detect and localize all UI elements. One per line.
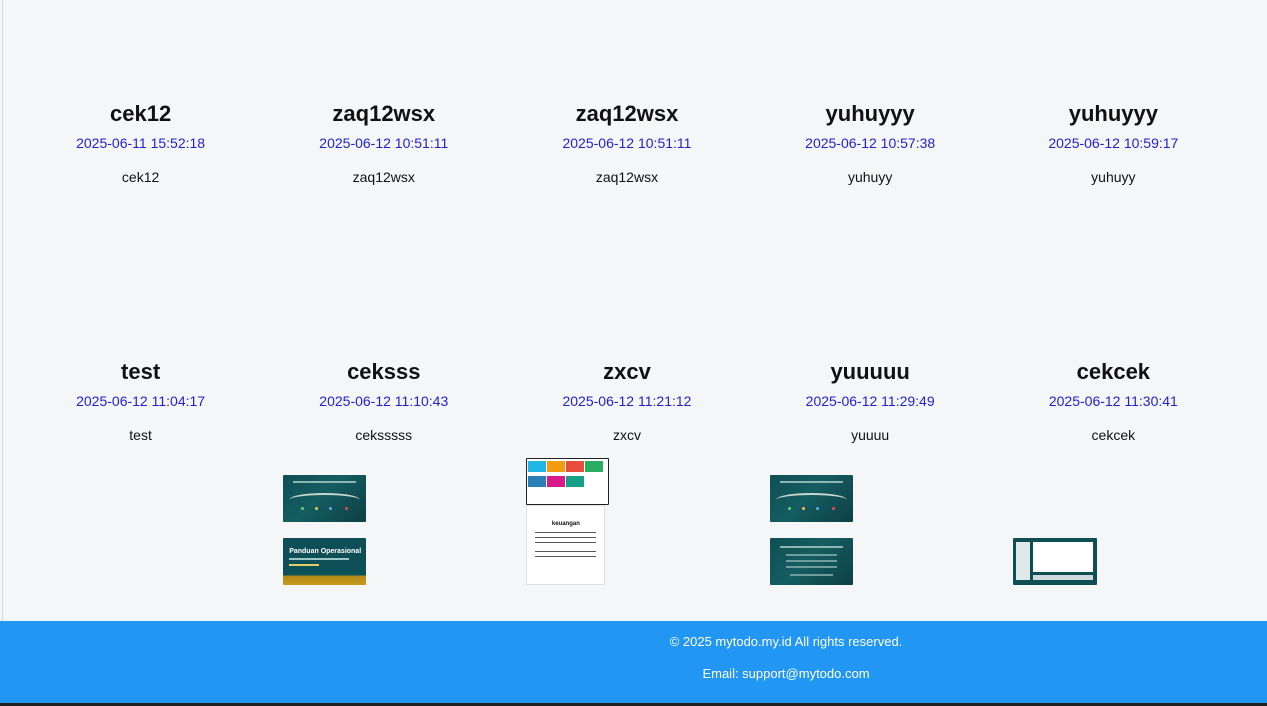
thumbnail-caption: keuangan [551,521,580,527]
todo-date: 2025-06-12 10:51:11 [319,135,449,151]
todo-title: yuuuuu [830,359,910,384]
todo-date: 2025-06-12 11:10:43 [319,393,449,409]
todo-description: yuuuu [851,427,890,443]
todo-title: ceksss [347,359,421,384]
footer-email[interactable]: Email: support@mytodo.com [306,666,1266,681]
todo-title: cekcek [1076,359,1151,384]
footer: © 2025 mytodo.my.id All rights reserved.… [0,621,1267,703]
todo-title: zxcv [603,359,651,384]
todo-card[interactable]: zxcv 2025-06-12 11:21:12 zxcv keuangan [505,358,748,608]
todo-title: test [121,359,161,384]
todo-description: yuhuyy [847,169,893,185]
todo-card[interactable]: zaq12wsx 2025-06-12 10:51:11 zaq12wsx [505,100,748,358]
todo-description: zaq12wsx [595,169,659,185]
todo-title: cek12 [110,101,172,126]
todo-date: 2025-06-12 10:57:38 [805,135,936,151]
todo-date: 2025-06-12 10:51:11 [562,135,692,151]
todo-description: cek12 [121,169,160,185]
todo-card[interactable]: cek12 2025-06-11 15:52:18 cek12 [19,100,262,358]
todo-description: test [129,427,152,443]
todo-date: 2025-06-12 10:59:17 [1048,135,1179,151]
todo-title: yuhuyyy [825,101,915,126]
todo-card[interactable]: yuhuyyy 2025-06-12 10:57:38 yuhuyy [749,100,992,358]
footer-copyright: © 2025 mytodo.my.id All rights reserved. [669,634,903,649]
todo-description: cekcek [1091,427,1136,443]
attachment-thumbnail[interactable] [526,458,610,505]
attachment-thumbnail[interactable] [1012,538,1097,585]
todo-card[interactable]: cekcek 2025-06-12 11:30:41 cekcek [992,358,1235,608]
todo-date: 2025-06-12 11:30:41 [1048,393,1178,409]
todo-card[interactable]: yuhuyyy 2025-06-12 10:59:17 yuhuyy [992,100,1235,358]
thumbnail-caption: Panduan Operasional [289,548,362,555]
todo-title: zaq12wsx [332,101,436,126]
todo-date: 2025-06-12 11:04:17 [76,393,206,409]
left-border [2,0,3,621]
todo-date: 2025-06-11 15:52:18 [76,135,206,151]
attachment-thumbnail[interactable] [769,538,853,585]
todo-description: ceksssss [355,427,413,443]
todo-card[interactable]: zaq12wsx 2025-06-12 10:51:11 zaq12wsx [262,100,505,358]
todo-card[interactable]: test 2025-06-12 11:04:17 test [19,358,262,608]
todo-card[interactable]: yuuuuu 2025-06-12 11:29:49 yuuuu [749,358,992,608]
todo-description: zaq12wsx [352,169,415,185]
todo-description: zxcv [612,427,641,443]
todo-date: 2025-06-12 11:21:12 [562,393,692,409]
todo-title: yuhuyyy [1068,101,1158,126]
todo-description: yuhuyy [1091,169,1136,185]
todo-card[interactable]: ceksss 2025-06-12 11:10:43 ceksssss Pand… [262,358,505,608]
attachment-thumbnail[interactable] [283,475,367,522]
todo-date: 2025-06-12 11:29:49 [805,393,935,409]
attachment-thumbnail[interactable]: keuangan [526,505,606,585]
attachment-thumbnail[interactable]: Panduan Operasional [283,538,367,585]
todo-title: zaq12wsx [575,101,679,126]
attachment-thumbnail[interactable] [769,475,853,522]
todo-grid: cek12 2025-06-11 15:52:18 cek12 zaq12wsx… [19,100,1235,608]
